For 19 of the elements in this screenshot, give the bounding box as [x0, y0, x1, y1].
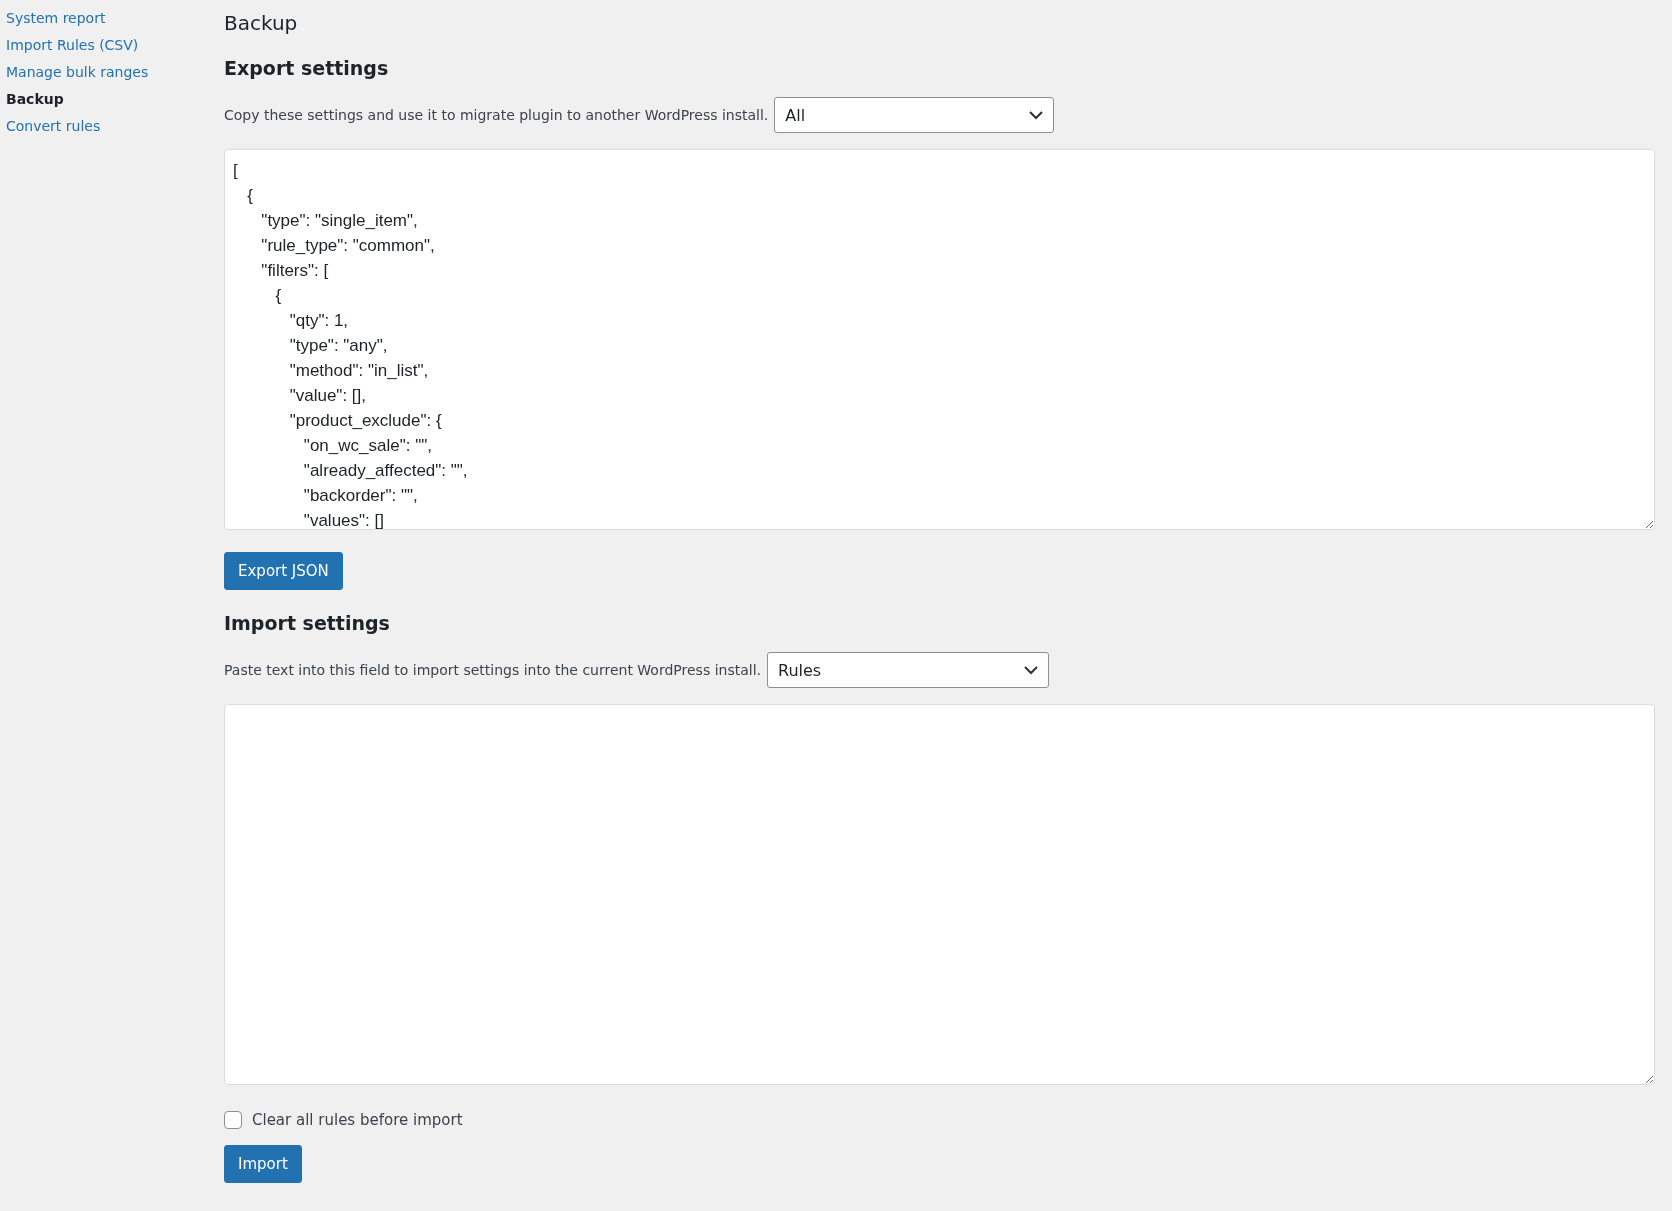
sidebar-link[interactable]: Convert rules	[6, 118, 101, 134]
checkbox[interactable]	[224, 1111, 242, 1129]
sidebar-link[interactable]: Import Rules (CSV)	[6, 37, 139, 53]
description-text: Copy these settings and use it to migrate plugin to another WordPress install.	[224, 107, 769, 123]
sidebar-link[interactable]: Manage bulk ranges	[6, 64, 149, 80]
section-heading: Export settings	[224, 57, 389, 79]
chevron-down-icon	[1029, 110, 1044, 120]
description-text: Paste text into this field to import settings into the current WordPress install.	[224, 662, 761, 678]
import-button[interactable]: Import	[224, 1145, 302, 1183]
export-select[interactable]: All	[774, 97, 1055, 133]
export-textarea[interactable]: [ { "type": "single_item", "rule_type": "common", "filters": [ { "qty": 1, "type": "any", "method": "in_list", "value": [], "product_exclude": { "on_wc_sale": "", "already_affected": "", "backorder": "", "values": []	[224, 149, 1655, 530]
sidebar-link[interactable]: System report	[6, 10, 106, 26]
import-select[interactable]: Rules	[767, 652, 1049, 688]
section-heading: Import settings	[224, 612, 390, 634]
export-json-button[interactable]: Export JSON	[224, 552, 343, 590]
chevron-down-icon	[1024, 665, 1038, 675]
page-title: Backup	[224, 11, 298, 35]
checkbox-label: Clear all rules before import	[252, 1111, 463, 1129]
sidebar-link[interactable]: Backup	[6, 91, 64, 107]
